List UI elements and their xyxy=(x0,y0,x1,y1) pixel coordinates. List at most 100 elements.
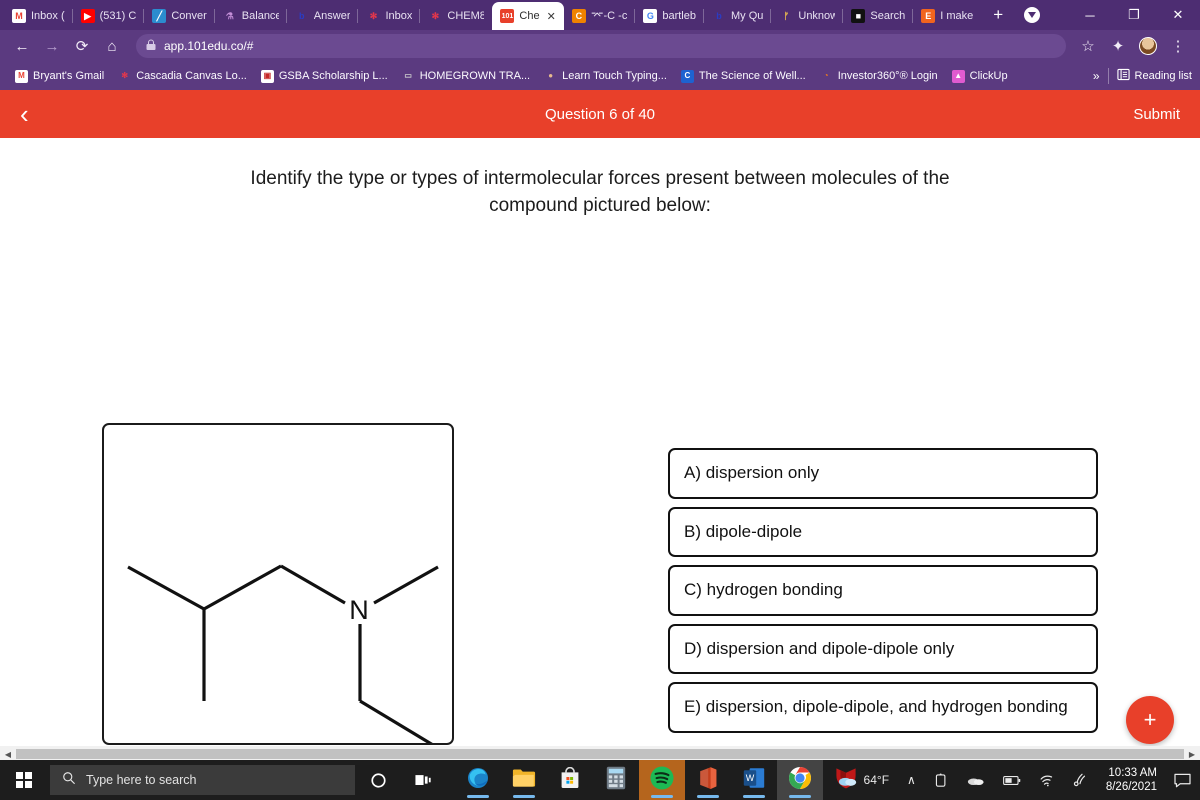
toolbar-actions: ☆ ✦ ⋮ xyxy=(1074,32,1192,60)
spotify-icon xyxy=(649,765,675,796)
molecule-bond xyxy=(373,565,439,605)
sound-icon[interactable] xyxy=(1064,773,1098,787)
tab-title: Conver xyxy=(171,10,207,22)
bookmark-item[interactable]: ▭ HOMEGROWN TRA... xyxy=(395,68,537,85)
submit-button[interactable]: Submit xyxy=(1133,106,1180,123)
browser-tab[interactable]: ✻ Inbox xyxy=(357,2,420,30)
maximize-button[interactable]: ❐ xyxy=(1112,0,1156,30)
browser-tab[interactable]: E I make xyxy=(912,2,981,30)
taskbar-search-placeholder: Type here to search xyxy=(86,773,197,787)
bookmark-label: ClickUp xyxy=(969,70,1008,82)
answer-choice-d[interactable]: D) dispersion and dipole-dipole only xyxy=(668,623,1098,675)
scroll-left-arrow[interactable]: ◀ xyxy=(0,750,16,759)
taskbar-search-input[interactable]: Type here to search xyxy=(50,765,355,795)
lock-icon xyxy=(146,39,156,54)
bookmark-item[interactable]: ✻ Cascadia Canvas Lo... xyxy=(111,68,254,85)
tab-title: bartleb xyxy=(662,10,696,22)
taskbar-app-microsoft-office[interactable] xyxy=(685,760,731,800)
browser-tab[interactable]: ▶ (531) C xyxy=(71,2,145,30)
bookmark-item[interactable]: ◔ Investor360°® Login xyxy=(813,68,945,85)
onedrive-icon[interactable] xyxy=(925,772,958,788)
tab-strip: M Inbox (▶ (531) C ╱ Conver ⚗ Balance b Answer ✻ I… xyxy=(0,0,1200,30)
address-bar-url: app.101edu.co/# xyxy=(164,39,254,53)
windows-start-button[interactable] xyxy=(0,760,48,800)
browser-tab[interactable]: Gbartleb xyxy=(634,2,704,30)
taskbar-app-microsoft-edge[interactable] xyxy=(455,760,501,800)
extensions-icon[interactable]: ✦ xyxy=(1104,32,1132,60)
browser-tab[interactable]: M Inbox ( xyxy=(4,2,73,30)
chegg-icon: C xyxy=(571,9,586,23)
microsoft-edge-icon xyxy=(466,766,490,795)
browser-tab[interactable]: C ⌤-C -c xyxy=(562,2,636,30)
taskbar-app-calculator[interactable] xyxy=(593,760,639,800)
cortana-button[interactable] xyxy=(355,760,401,800)
taskbar-app-microsoft-store[interactable] xyxy=(547,760,593,800)
home-icon[interactable]: ⌂ xyxy=(98,32,126,60)
svg-text:W: W xyxy=(746,773,755,783)
clock-date: 8/26/2021 xyxy=(1105,781,1157,793)
browser-tab[interactable]: b Answer xyxy=(285,2,359,30)
forward-icon[interactable]: → xyxy=(38,32,66,60)
tab-title: CHEM8 xyxy=(447,10,485,22)
browser-tab[interactable]: 101 Che ✕ xyxy=(492,2,564,30)
molecule-bond xyxy=(280,564,346,605)
gmail-icon: M xyxy=(15,69,28,83)
homegrown-icon: ▭ xyxy=(404,71,412,80)
answer-choice-e[interactable]: E) dispersion, dipole-dipole, and hydrog… xyxy=(668,682,1098,733)
bookmark-item[interactable]: ● Learn Touch Typing... xyxy=(537,68,674,85)
reading-list-button[interactable]: Reading list xyxy=(1116,68,1192,84)
bookmark-item[interactable]: ▲ ClickUp xyxy=(945,68,1015,85)
new-tab-button[interactable]: + xyxy=(985,2,1011,28)
weather-widget[interactable]: 64°F xyxy=(829,773,898,787)
wifi-icon[interactable] xyxy=(1030,774,1064,787)
back-icon[interactable]: ← xyxy=(8,32,36,60)
scroll-right-arrow[interactable]: ▶ xyxy=(1184,750,1200,759)
canvas-icon: ✻ xyxy=(369,10,378,21)
browser-tab[interactable]: ✻ CHEM8 xyxy=(419,2,492,30)
profile-avatar[interactable] xyxy=(1134,32,1162,60)
add-floating-action-button[interactable]: + xyxy=(1126,696,1174,744)
microsoft-office-icon xyxy=(697,766,719,795)
browser-tab[interactable]: b My Qu xyxy=(702,2,771,30)
taskbar-app-file-explorer[interactable] xyxy=(501,760,547,800)
close-window-button[interactable]: ✕ xyxy=(1156,0,1200,30)
search-tab-icon: ■ xyxy=(851,9,866,23)
molecule-bond xyxy=(127,565,205,611)
cloud-sync-icon[interactable] xyxy=(958,774,994,786)
page-content: ‹ Question 6 of 40 Submit Identify the t… xyxy=(0,90,1200,762)
bookmark-label: The Science of Well... xyxy=(698,70,806,82)
browser-tab[interactable]: ᚠ Unknow xyxy=(770,2,843,30)
bookmark-item[interactable]: C The Science of Well... xyxy=(674,68,813,85)
browser-tab[interactable]: ╱ Conver xyxy=(143,2,214,30)
browser-tab[interactable]: ■ Search xyxy=(842,2,913,30)
bookmark-item[interactable]: M Bryant's Gmail xyxy=(8,68,111,85)
reload-icon[interactable]: ⟳ xyxy=(68,32,96,60)
minimize-button[interactable]: ─ xyxy=(1068,0,1112,30)
profile-avatar-button[interactable] xyxy=(1024,7,1040,23)
answer-choice-a[interactable]: A) dispersion only xyxy=(668,447,1098,499)
101edu-icon: 101 xyxy=(500,9,515,23)
investor360-icon: ◔ xyxy=(823,71,829,80)
task-view-button[interactable] xyxy=(401,760,447,800)
bookmarks-overflow-icon[interactable]: » xyxy=(1093,69,1100,83)
google-chrome-icon xyxy=(788,766,812,795)
browser-tab[interactable]: ⚗ Balance xyxy=(213,2,287,30)
answer-choice-b[interactable]: B) dipole-dipole xyxy=(668,506,1098,558)
bookmark-star-icon[interactable]: ☆ xyxy=(1074,32,1102,60)
battery-icon[interactable] xyxy=(994,775,1030,786)
tab-close-icon[interactable]: ✕ xyxy=(547,10,556,23)
tab-title: My Qu xyxy=(730,10,764,22)
show-hidden-icons-button[interactable]: ∧ xyxy=(898,773,925,787)
answer-choice-c[interactable]: C) hydrogen bonding xyxy=(668,565,1098,616)
bookmark-item[interactable]: ▣ GSBA Scholarship L... xyxy=(254,68,395,85)
bookmark-label: GSBA Scholarship L... xyxy=(278,70,388,82)
taskbar-app-microsoft-word[interactable]: W xyxy=(731,760,777,800)
taskbar-app-google-chrome[interactable] xyxy=(777,760,823,800)
scrollbar-thumb[interactable] xyxy=(16,749,1184,759)
molecule-bond xyxy=(203,564,282,611)
taskbar-app-spotify[interactable] xyxy=(639,760,685,800)
address-bar[interactable]: app.101edu.co/# xyxy=(136,34,1066,58)
taskbar-clock[interactable]: 10:33 AM 8/26/2021 xyxy=(1098,766,1165,795)
chrome-menu-icon[interactable]: ⋮ xyxy=(1164,32,1192,60)
action-center-icon[interactable] xyxy=(1165,773,1200,788)
